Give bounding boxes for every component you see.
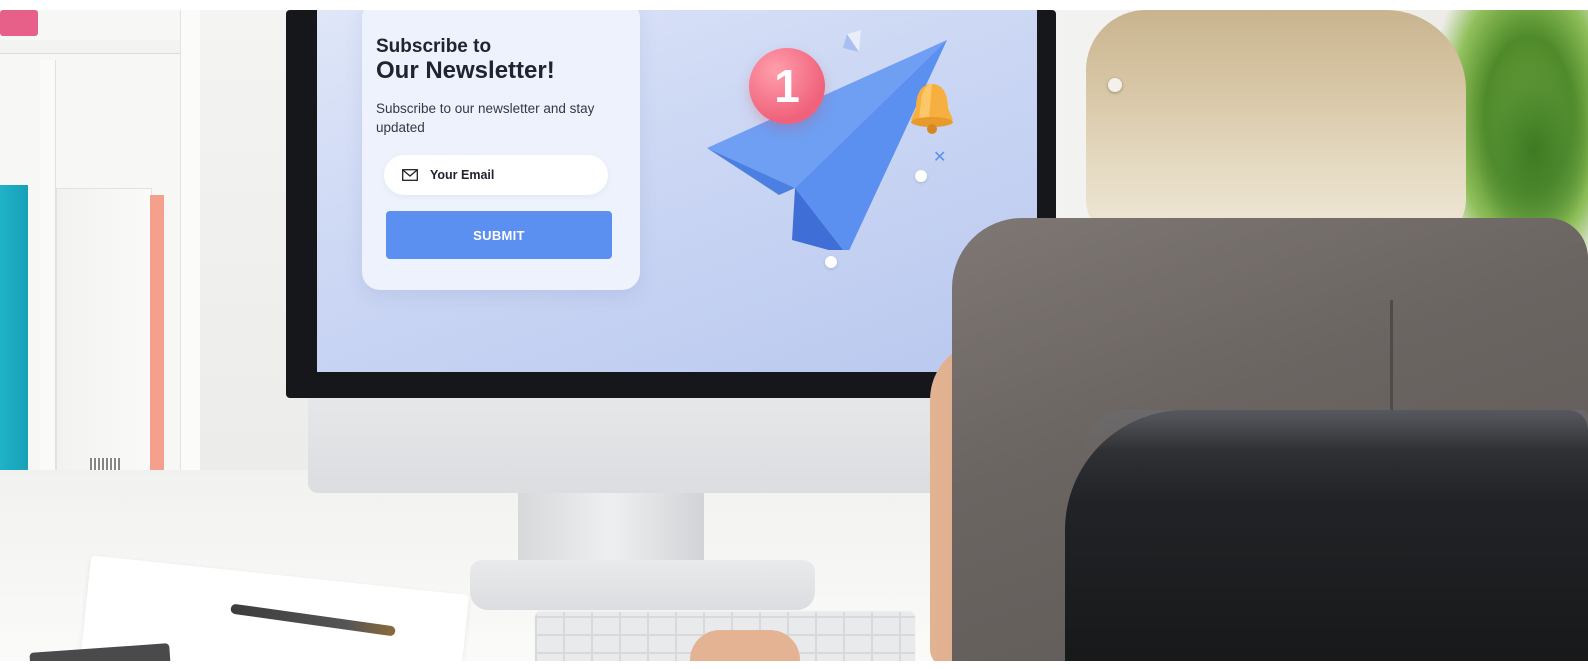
- pearl-earring: [1108, 78, 1122, 92]
- top-border: [0, 0, 1588, 10]
- chair-highlight: [1085, 410, 1588, 450]
- shelf-board: [0, 40, 200, 54]
- shelf-post-right: [180, 10, 200, 490]
- newsletter-card: Subscribe to Our Newsletter! Subscribe t…: [362, 10, 640, 290]
- email-field[interactable]: Your Email: [384, 155, 608, 195]
- newsletter-subtitle: Subscribe to: [376, 36, 492, 57]
- pink-book: [150, 195, 164, 490]
- newsletter-title: Our Newsletter!: [376, 57, 555, 84]
- sparkle-dot: [825, 256, 837, 268]
- bell-icon: [911, 84, 953, 134]
- bottom-border: [0, 661, 1588, 669]
- sparkle-x-icon: ✕: [933, 147, 947, 166]
- plant-foliage: [1480, 60, 1588, 240]
- monitor-chin: [308, 395, 958, 493]
- submit-button[interactable]: SUBMIT: [386, 211, 612, 259]
- pink-box: [0, 10, 38, 36]
- newsletter-description: Subscribe to our newsletter and stay upd…: [376, 101, 595, 135]
- white-book: [56, 188, 152, 496]
- photo-scene: Subscribe to Our Newsletter! Subscribe t…: [0, 0, 1588, 669]
- email-placeholder: Your Email: [430, 168, 495, 182]
- monitor-screen: Subscribe to Our Newsletter! Subscribe t…: [317, 10, 1037, 372]
- sparkle-dot: [915, 170, 927, 182]
- crystal-shape: [843, 30, 861, 52]
- blouse-seam: [1390, 300, 1393, 410]
- newsletter-illustration: 1 ✕: [697, 10, 997, 290]
- blonde-hair: [1086, 10, 1466, 240]
- envelope-icon: [402, 169, 418, 181]
- monitor-stand-base: [470, 560, 815, 610]
- notification-badge: 1: [749, 48, 825, 124]
